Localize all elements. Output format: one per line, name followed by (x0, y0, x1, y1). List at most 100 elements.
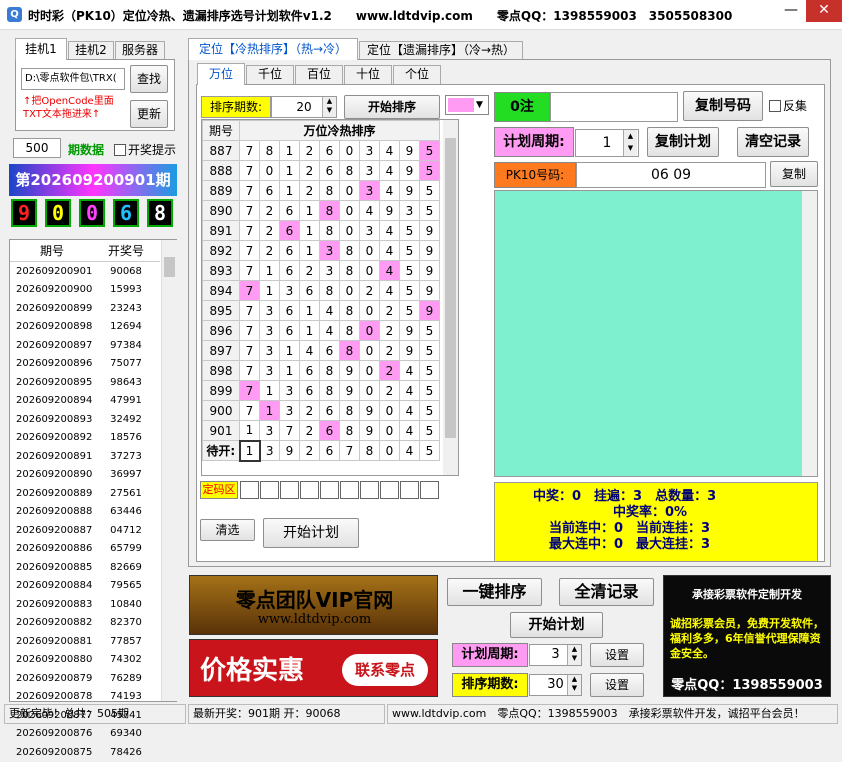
tab-guaji1[interactable]: 挂机1 (15, 38, 67, 60)
grid-cell[interactable]: 3 (259, 320, 280, 341)
grid-cell[interactable]: 7 (239, 400, 260, 421)
start-sort-button[interactable]: 开始排序 (344, 95, 440, 119)
grid-cell[interactable]: 1 (299, 200, 320, 221)
list-item[interactable]: 202609200889 27561 (10, 484, 160, 503)
grid-cell[interactable]: 9 (359, 400, 380, 421)
grid-cell[interactable]: 3 (359, 140, 380, 161)
count-input[interactable]: 500 (13, 138, 61, 158)
grid-cell[interactable]: 8 (319, 360, 340, 381)
grid-cell[interactable]: 3 (259, 360, 280, 381)
grid-cell[interactable]: 2 (379, 300, 400, 321)
color-picker[interactable]: ▼ (445, 95, 489, 115)
update-button[interactable]: 更新 (130, 100, 168, 128)
grid-cell[interactable]: 0 (359, 380, 380, 401)
grid-cell[interactable]: 6 (319, 140, 340, 161)
grid-cell[interactable]: 6 (299, 380, 320, 401)
ad-panel[interactable]: 承接彩票软件定制开发 诚招彩票会员，免费开发软件，福利多多，6年信誉代理保障资金… (663, 575, 831, 697)
grid-cell[interactable]: 3 (319, 260, 340, 281)
grid-cell[interactable]: 2 (359, 280, 380, 301)
grid-cell[interactable]: 1 (259, 400, 280, 421)
grid-cell[interactable]: 0 (339, 280, 360, 301)
grid-cell[interactable]: 2 (299, 400, 320, 421)
grid-cell[interactable]: 8 (339, 240, 360, 261)
grid-cell[interactable]: 3 (399, 200, 420, 221)
grid-cell[interactable]: 0 (359, 240, 380, 261)
grid-cell[interactable]: 8 (319, 200, 340, 221)
grid-cell[interactable]: 7 (239, 260, 260, 281)
grid-cell[interactable]: 1 (299, 300, 320, 321)
grid-cell[interactable]: 4 (379, 180, 400, 201)
grid-cell[interactable]: 5 (419, 320, 440, 341)
grid-cell[interactable]: 3 (279, 280, 300, 301)
grid-cell[interactable]: 7 (239, 280, 260, 301)
list-item[interactable]: 202609200898 12694 (10, 318, 160, 337)
grid-cell[interactable]: 8 (319, 380, 340, 401)
grid-cell[interactable]: 8 (339, 420, 360, 441)
grid-cell[interactable]: 2 (299, 260, 320, 281)
grid-cell[interactable]: 4 (399, 420, 420, 441)
grid-cell[interactable]: 3 (259, 340, 280, 361)
grid-cell[interactable]: 5 (419, 160, 440, 181)
grid-cell[interactable]: 0 (359, 320, 380, 341)
list-item[interactable]: 202609200883 10840 (10, 595, 160, 614)
tab-position[interactable]: 千位 (246, 65, 294, 84)
list-item[interactable]: 202609200895 98643 (10, 373, 160, 392)
grid-cell[interactable]: 4 (299, 340, 320, 361)
grid-cell[interactable]: 6 (279, 200, 300, 221)
tab-missing[interactable]: 定位【遗漏排序】（冷→热） (359, 41, 523, 60)
grid-cell[interactable]: 7 (239, 380, 260, 401)
grid-cell[interactable]: 6 (279, 320, 300, 341)
grid-cell[interactable]: 5 (419, 200, 440, 221)
banner-vip[interactable]: 零点团队VIP官网 www.ldtdvip.com (189, 575, 438, 635)
wait-cell[interactable]: 4 (399, 440, 420, 461)
list-item[interactable]: 202609200892 18576 (10, 429, 160, 448)
grid-cell[interactable]: 2 (379, 360, 400, 381)
clear-record-button[interactable]: 清空记录 (737, 127, 809, 157)
grid-cell[interactable]: 4 (379, 260, 400, 281)
grid-cell[interactable]: 8 (339, 340, 360, 361)
grid-cell[interactable]: 2 (379, 320, 400, 341)
grid-cell[interactable]: 8 (259, 140, 280, 161)
tab-guaji2[interactable]: 挂机2 (68, 41, 114, 60)
grid-cell[interactable]: 9 (399, 180, 420, 201)
wait-cell[interactable]: 1 (238, 439, 261, 462)
grid-cell[interactable]: 0 (379, 400, 400, 421)
list-item[interactable]: 202609200891 37273 (10, 447, 160, 466)
grid-cell[interactable]: 2 (299, 160, 320, 181)
bet-output-field[interactable] (550, 92, 678, 122)
grid-cell[interactable]: 5 (419, 180, 440, 201)
wait-cell[interactable]: 3 (259, 440, 280, 461)
bottom-sort-spin[interactable]: ▲ ▼ (567, 675, 581, 695)
grid-cell[interactable]: 6 (299, 280, 320, 301)
grid-cell[interactable]: 5 (399, 240, 420, 261)
grid-cell[interactable]: 7 (239, 360, 260, 381)
grid-cell[interactable]: 9 (399, 160, 420, 181)
grid-cell[interactable]: 3 (259, 420, 280, 441)
grid-cell[interactable]: 6 (299, 360, 320, 381)
grid-cell[interactable]: 9 (419, 260, 440, 281)
grid-cell[interactable]: 5 (399, 260, 420, 281)
grid-cell[interactable]: 0 (339, 180, 360, 201)
grid-cell[interactable]: 8 (319, 280, 340, 301)
plan-output-area[interactable] (494, 190, 818, 477)
tab-position[interactable]: 万位 (197, 63, 245, 85)
grid-cell[interactable]: 9 (399, 340, 420, 361)
grid-cell[interactable]: 1 (279, 340, 300, 361)
grid-cell[interactable]: 8 (319, 180, 340, 201)
copy-code-button[interactable]: 复制号码 (683, 91, 763, 121)
grid-cell[interactable]: 5 (419, 420, 440, 441)
grid-cell[interactable]: 0 (259, 160, 280, 181)
grid-cell[interactable]: 5 (399, 280, 420, 301)
start-plan-button-main[interactable]: 开始计划 (263, 518, 359, 548)
grid-cell[interactable]: 6 (279, 300, 300, 321)
dingma-cell[interactable] (300, 481, 319, 499)
grid-cell[interactable]: 7 (239, 240, 260, 261)
copy-button[interactable]: 复制 (770, 161, 818, 187)
grid-cell[interactable]: 3 (359, 180, 380, 201)
tab-position[interactable]: 个位 (393, 65, 441, 84)
grid-cell[interactable]: 9 (399, 140, 420, 161)
list-item[interactable]: 202609200881 77857 (10, 632, 160, 651)
grid-cell[interactable]: 5 (419, 340, 440, 361)
tab-hot-cold[interactable]: 定位【冷热排序】（热→冷） (188, 38, 358, 60)
grid-cell[interactable]: 6 (319, 400, 340, 421)
